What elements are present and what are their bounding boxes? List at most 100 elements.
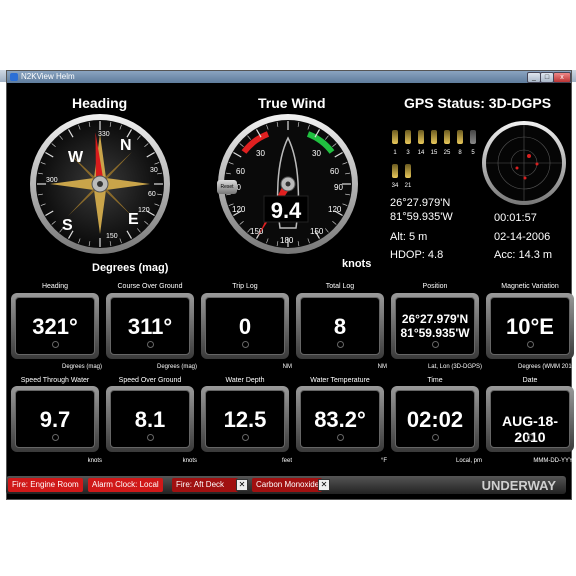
wind-gauge: 30 60 90 120 150 180 30 60 90 120 150 9.… — [218, 114, 358, 254]
maximize-button[interactable]: □ — [540, 72, 554, 83]
panel-position[interactable]: 26°27.979'N 81°59.935'W — [391, 293, 479, 359]
close-button[interactable]: x — [553, 72, 571, 83]
wind-value: 9.4 — [271, 198, 302, 223]
compass-330-label: 330 — [98, 131, 110, 138]
satellite-bar-34 — [392, 164, 398, 178]
satellite-bar-5 — [470, 130, 476, 144]
panel-unit-course-over-ground: Degrees (mag) — [156, 364, 197, 370]
panel-magnetic-variation[interactable]: 10°E — [486, 293, 574, 359]
reset-button[interactable]: Reset — [217, 180, 237, 194]
satellite-bar-1 — [392, 130, 398, 144]
panel-indicator-icon — [337, 434, 344, 441]
heading-title: Heading — [72, 95, 128, 111]
panel-indicator-icon — [52, 341, 59, 348]
wind-tick-180: 180 — [280, 236, 294, 245]
panel-value: 9.7 — [39, 407, 71, 432]
satellite-id: 5 — [471, 150, 475, 156]
panel-unit-total-log: NM — [377, 364, 387, 370]
panel-value: 8 — [333, 314, 347, 339]
panel-value: 02:02 — [406, 407, 464, 432]
panel-value: 0 — [238, 314, 252, 339]
alarm-fire-aft-deck[interactable]: Fire: Aft Deck — [172, 478, 238, 492]
panel-unit-trip-log: NM — [282, 364, 292, 370]
panel-unit-speed-through-water: knots — [87, 458, 102, 464]
panel-indicator-icon — [147, 434, 154, 441]
panel-trip-log[interactable]: 0 — [201, 293, 289, 359]
panel-indicator-icon — [527, 341, 534, 348]
wind-tick-120b: 120 — [328, 205, 342, 214]
panel-time[interactable]: 02:02 — [391, 386, 479, 452]
panel-screen: 02:02 — [395, 390, 475, 448]
panel-indicator-icon — [527, 434, 534, 441]
panel-total-log[interactable]: 8 — [296, 293, 384, 359]
compass-w-label: W — [68, 149, 84, 166]
wind-tick-30a: 30 — [256, 149, 265, 158]
compass-300-label: 300 — [46, 177, 58, 184]
panel-title-date: Date — [522, 377, 538, 384]
gps-alt: Alt: 5 m — [390, 231, 428, 243]
panel-date[interactable]: AUG-18-2010 — [486, 386, 574, 452]
satellite-id: 3 — [406, 150, 410, 156]
panel-heading[interactable]: 321° — [11, 293, 99, 359]
compass-s-label: S — [62, 217, 73, 234]
gps-lat: 26°27.979'N — [390, 197, 451, 209]
panel-title-speed-through-water: Speed Through Water — [20, 377, 90, 384]
gps-date: 02-14-2006 — [494, 231, 551, 243]
satellite-bar-15 — [431, 130, 437, 144]
panel-title-heading: Heading — [41, 283, 69, 290]
panel-unit-speed-over-ground: knots — [182, 458, 197, 464]
sky-plot-sat — [527, 154, 531, 158]
panel-value: 311° — [127, 314, 173, 339]
satellite-id: 1 — [393, 150, 397, 156]
panel-title-position: Position — [422, 283, 448, 290]
panel-indicator-icon — [337, 341, 344, 348]
sky-plot-sat — [523, 176, 527, 180]
compass-hub-center — [97, 181, 103, 187]
panel-course-over-ground[interactable]: 311° — [106, 293, 194, 359]
satellite-id: 8 — [458, 150, 462, 156]
panel-unit-position: Lat, Lon (3D-DGPS) — [427, 364, 482, 370]
panel-value-line: 26°27.979'N — [401, 312, 469, 326]
satellite-bar-21 — [405, 164, 411, 178]
satellite-bar-3 — [405, 130, 411, 144]
alarm-carbon-monoxide[interactable]: Carbon Monoxide — [252, 478, 322, 492]
alarm-fire-aft-deck-close-icon[interactable]: ✕ — [236, 479, 248, 491]
panel-screen: 0 — [205, 297, 285, 355]
panel-speed-through-water[interactable]: 9.7 — [11, 386, 99, 452]
alarm-carbon-monoxide-close-icon[interactable]: ✕ — [318, 479, 330, 491]
panel-value: 12.5 — [223, 407, 267, 432]
panel-title-course-over-ground: Course Over Ground — [117, 283, 183, 290]
panel-unit-date: MMM-DD-YYYY — [533, 458, 576, 464]
panel-screen: 83.2° — [300, 390, 380, 448]
gps-time: 00:01:57 — [494, 212, 537, 224]
panel-water-temperature[interactable]: 83.2° — [296, 386, 384, 452]
panel-screen: 26°27.979'N 81°59.935'W — [395, 297, 475, 355]
panel-title-water-temperature: Water Temperature — [310, 377, 370, 384]
panel-screen: 12.5 — [205, 390, 285, 448]
gps-hdop: HDOP: 4.8 — [390, 249, 444, 261]
satellite-bar-25 — [444, 130, 450, 144]
alarm-fire-engine-room[interactable]: Fire: Engine Room — [8, 478, 83, 492]
satellite-sky-plot — [482, 121, 566, 205]
alarm-clock-local[interactable]: Alarm Clock: Local — [88, 478, 163, 492]
sky-plot-sat — [515, 166, 519, 170]
panel-screen: 8.1 — [110, 390, 190, 448]
heading-compass: W N E S 330 300 30 60 120 150 — [30, 114, 170, 254]
panel-speed-over-ground[interactable]: 8.1 — [106, 386, 194, 452]
panel-indicator-icon — [242, 341, 249, 348]
panel-water-depth[interactable]: 12.5 — [201, 386, 289, 452]
panel-screen: 8 — [300, 297, 380, 355]
heading-caption: Degrees (mag) — [92, 262, 169, 274]
wind-tick-60a: 60 — [236, 167, 245, 176]
satellite-bar-8 — [457, 130, 463, 144]
satellite-bar-14 — [418, 130, 424, 144]
wind-tick-60b: 60 — [330, 167, 339, 176]
compass-150-label: 150 — [106, 233, 118, 240]
satellite-id: 15 — [430, 150, 438, 156]
wind-tick-150b: 150 — [310, 227, 324, 236]
gps-acc: Acc: 14.3 m — [494, 249, 553, 261]
gps-lon: 81°59.935'W — [390, 211, 453, 223]
compass-n-label: N — [120, 137, 132, 154]
panel-screen: 9.7 — [15, 390, 95, 448]
minimize-button[interactable]: _ — [527, 72, 541, 83]
